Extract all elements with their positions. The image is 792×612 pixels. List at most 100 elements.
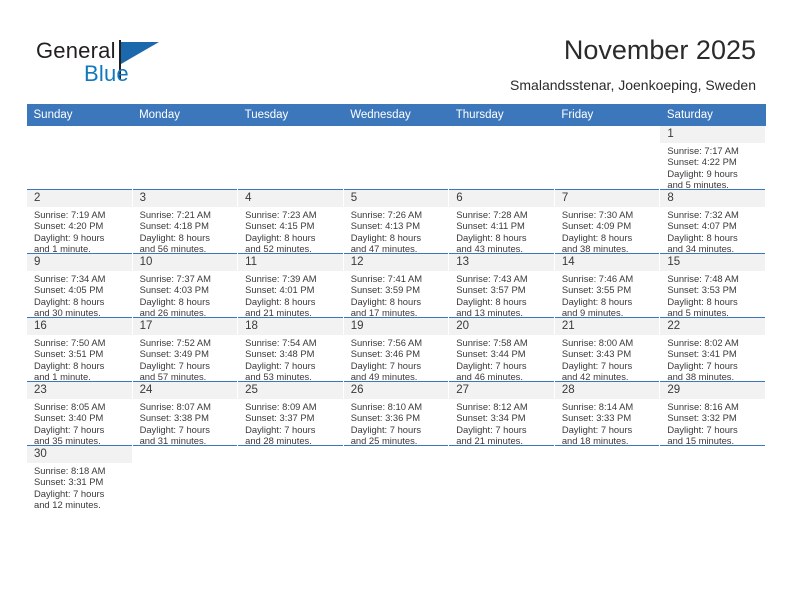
sunset-text: Sunset: 4:15 PM xyxy=(245,220,315,232)
sunrise-text: Sunrise: 8:18 AM xyxy=(34,465,106,476)
calendar-day-cell[interactable]: 30 Sunrise: 8:18 AM Sunset: 3:31 PM Dayligh… xyxy=(26,445,133,510)
calendar-day-cell[interactable]: 24 Sunrise: 8:07 AM Sunset: 3:38 PM Dayligh… xyxy=(131,381,239,446)
day-details: Sunrise: 7:30 AM Sunset: 4:09 PM Daylight:… xyxy=(555,207,660,254)
calendar-day-cell[interactable]: 16 Sunrise: 7:50 AM Sunset: 3:51 PM Dayligh… xyxy=(26,317,133,382)
daylight-text-line2: and 47 minutes. xyxy=(350,242,418,254)
day-cell-content: 12 Sunrise: 7:41 AM Sunset: 3:59 PM Dayligh… xyxy=(343,254,449,318)
sunrise-text: Sunrise: 7:28 AM xyxy=(456,209,528,220)
sunrise-text: Sunrise: 7:39 AM xyxy=(245,273,317,284)
weekday-header-wednesday: Wednesday xyxy=(343,104,449,126)
calendar-day-cell[interactable]: 13 Sunrise: 7:43 AM Sunset: 3:57 PM Dayligh… xyxy=(448,253,555,318)
day-cell-content: 26 Sunrise: 8:10 AM Sunset: 3:36 PM Dayligh… xyxy=(343,382,449,446)
sunset-text: Sunset: 4:07 PM xyxy=(667,220,737,232)
daylight-text-line2: and 13 minutes. xyxy=(456,306,523,318)
day-cell-content: 8 Sunrise: 7:32 AM Sunset: 4:07 PM Daylight… xyxy=(660,190,765,254)
empty-day-placeholder xyxy=(133,126,238,189)
empty-day-placeholder xyxy=(27,126,132,189)
daylight-text-line2: and 52 minutes. xyxy=(245,242,312,254)
calendar-day-cell[interactable]: 15 Sunrise: 7:48 AM Sunset: 3:53 PM Dayligh… xyxy=(659,253,766,318)
calendar-day-cell[interactable]: 18 Sunrise: 7:54 AM Sunset: 3:48 PM Dayligh… xyxy=(237,317,344,382)
daylight-text-line1: Daylight: 7 hours xyxy=(667,423,738,435)
day-details: Sunrise: 7:17 AM Sunset: 4:22 PM Daylight:… xyxy=(660,143,765,190)
calendar-day-cell[interactable]: 5 Sunrise: 7:26 AM Sunset: 4:13 PM Daylight… xyxy=(342,189,450,254)
day-number: 27 xyxy=(449,382,554,399)
daylight-text-line2: and 57 minutes. xyxy=(139,370,207,382)
daylight-text-line1: Daylight: 8 hours xyxy=(245,295,316,307)
calendar-day-cell[interactable]: 12 Sunrise: 7:41 AM Sunset: 3:59 PM Dayligh… xyxy=(342,253,450,318)
calendar-cell-empty xyxy=(342,126,450,190)
day-details: Sunrise: 7:34 AM Sunset: 4:05 PM Daylight:… xyxy=(27,271,132,318)
calendar-day-cell[interactable]: 2 Sunrise: 7:19 AM Sunset: 4:20 PM Daylight… xyxy=(26,189,133,254)
calendar-day-cell[interactable]: 10 Sunrise: 7:37 AM Sunset: 4:03 PM Dayligh… xyxy=(131,253,239,318)
day-number: 28 xyxy=(554,382,660,399)
weekday-header-monday: Monday xyxy=(132,104,238,126)
sunset-text: Sunset: 3:44 PM xyxy=(456,348,526,360)
sunrise-text: Sunrise: 7:37 AM xyxy=(139,273,211,284)
day-details: Sunrise: 7:32 AM Sunset: 4:07 PM Daylight:… xyxy=(660,207,765,254)
day-number: 11 xyxy=(238,254,343,271)
sunrise-text: Sunrise: 7:17 AM xyxy=(667,145,739,156)
sunset-text: Sunset: 4:11 PM xyxy=(456,220,525,232)
sunset-text: Sunset: 3:49 PM xyxy=(139,348,209,360)
daylight-text-line2: and 38 minutes. xyxy=(667,370,735,382)
calendar-day-cell[interactable]: 6 Sunrise: 7:28 AM Sunset: 4:11 PM Daylight… xyxy=(448,189,555,254)
calendar-day-cell[interactable]: 11 Sunrise: 7:39 AM Sunset: 4:01 PM Dayligh… xyxy=(237,253,344,318)
day-number: 13 xyxy=(449,254,554,271)
calendar-day-cell[interactable]: 28 Sunrise: 8:14 AM Sunset: 3:33 PM Dayligh… xyxy=(553,381,661,446)
empty-day-placeholder xyxy=(555,126,660,189)
calendar-day-cell[interactable]: 26 Sunrise: 8:10 AM Sunset: 3:36 PM Dayligh… xyxy=(342,381,450,446)
calendar-day-cell[interactable]: 21 Sunrise: 8:00 AM Sunset: 3:43 PM Dayligh… xyxy=(553,317,661,382)
empty-day-placeholder xyxy=(660,446,765,509)
day-number: 12 xyxy=(343,254,449,271)
calendar-cell-empty xyxy=(26,126,133,190)
sunrise-text: Sunrise: 7:30 AM xyxy=(561,209,634,220)
calendar-day-cell[interactable]: 3 Sunrise: 7:21 AM Sunset: 4:18 PM Daylight… xyxy=(131,189,239,254)
daylight-text-line1: Daylight: 7 hours xyxy=(139,359,210,371)
calendar-day-cell[interactable]: 29 Sunrise: 8:16 AM Sunset: 3:32 PM Dayligh… xyxy=(659,381,766,446)
day-cell-content: 5 Sunrise: 7:26 AM Sunset: 4:13 PM Daylight… xyxy=(343,190,449,254)
page-subtitle: Smalandsstenar, Joenkoeping, Sweden xyxy=(510,77,756,93)
day-number: 29 xyxy=(660,382,765,399)
sunset-text: Sunset: 3:48 PM xyxy=(245,348,315,360)
calendar-day-cell[interactable]: 22 Sunrise: 8:02 AM Sunset: 3:41 PM Dayligh… xyxy=(659,317,766,382)
daylight-text-line1: Daylight: 8 hours xyxy=(139,295,210,307)
calendar-day-cell[interactable]: 1 Sunrise: 7:17 AM Sunset: 4:22 PM Daylight… xyxy=(659,126,766,190)
daylight-text-line1: Daylight: 7 hours xyxy=(561,423,633,435)
daylight-text-line2: and 42 minutes. xyxy=(561,370,629,382)
daylight-text-line1: Daylight: 7 hours xyxy=(350,359,422,371)
weekday-header-tuesday: Tuesday xyxy=(237,104,344,126)
day-details: Sunrise: 8:14 AM Sunset: 3:33 PM Daylight:… xyxy=(555,399,660,446)
day-number: 1 xyxy=(660,126,765,143)
daylight-text-line1: Daylight: 8 hours xyxy=(561,231,633,243)
calendar-day-cell[interactable]: 25 Sunrise: 8:09 AM Sunset: 3:37 PM Dayligh… xyxy=(237,381,344,446)
day-cell-content: 3 Sunrise: 7:21 AM Sunset: 4:18 PM Daylight… xyxy=(132,190,238,254)
calendar-day-cell[interactable]: 14 Sunrise: 7:46 AM Sunset: 3:55 PM Dayligh… xyxy=(553,253,661,318)
sunset-text: Sunset: 3:59 PM xyxy=(350,284,420,296)
calendar-day-cell[interactable]: 19 Sunrise: 7:56 AM Sunset: 3:46 PM Dayligh… xyxy=(342,317,450,382)
calendar-day-cell[interactable]: 4 Sunrise: 7:23 AM Sunset: 4:15 PM Daylight… xyxy=(237,189,344,254)
day-cell-content: 27 Sunrise: 8:12 AM Sunset: 3:34 PM Dayligh… xyxy=(449,382,554,446)
day-cell-content: 22 Sunrise: 8:02 AM Sunset: 3:41 PM Dayligh… xyxy=(660,318,765,382)
calendar-day-cell[interactable]: 7 Sunrise: 7:30 AM Sunset: 4:09 PM Daylight… xyxy=(553,189,661,254)
calendar-day-cell[interactable]: 20 Sunrise: 7:58 AM Sunset: 3:44 PM Dayligh… xyxy=(448,317,555,382)
daylight-text-line2: and 12 minutes. xyxy=(34,498,101,510)
page-header: General Blue November 2025 Smalandsstena… xyxy=(0,0,792,104)
calendar-day-cell[interactable]: 17 Sunrise: 7:52 AM Sunset: 3:49 PM Dayligh… xyxy=(131,317,239,382)
daylight-text-line2: and 31 minutes. xyxy=(139,434,207,446)
calendar-day-cell[interactable]: 8 Sunrise: 7:32 AM Sunset: 4:07 PM Daylight… xyxy=(659,189,766,254)
calendar-day-cell[interactable]: 23 Sunrise: 8:05 AM Sunset: 3:40 PM Dayligh… xyxy=(26,381,133,446)
day-number: 23 xyxy=(27,382,132,399)
calendar-day-cell[interactable]: 9 Sunrise: 7:34 AM Sunset: 4:05 PM Daylight… xyxy=(26,253,133,318)
general-blue-logo[interactable]: General Blue xyxy=(36,38,166,90)
calendar-cell-empty xyxy=(237,445,344,509)
weekday-header-row: Sunday Monday Tuesday Wednesday Thursday Frid… xyxy=(26,104,766,126)
calendar-cell-empty xyxy=(448,445,555,509)
day-details: Sunrise: 8:02 AM Sunset: 3:41 PM Daylight:… xyxy=(660,335,765,382)
day-cell-content: 6 Sunrise: 7:28 AM Sunset: 4:11 PM Daylight… xyxy=(449,190,554,254)
sunset-text: Sunset: 4:03 PM xyxy=(139,284,209,296)
daylight-text-line1: Daylight: 8 hours xyxy=(456,295,527,307)
day-number: 19 xyxy=(343,318,449,335)
calendar-day-cell[interactable]: 27 Sunrise: 8:12 AM Sunset: 3:34 PM Dayligh… xyxy=(448,381,555,446)
day-details: Sunrise: 7:43 AM Sunset: 3:57 PM Daylight:… xyxy=(449,271,554,318)
daylight-text-line2: and 34 minutes. xyxy=(667,242,735,254)
